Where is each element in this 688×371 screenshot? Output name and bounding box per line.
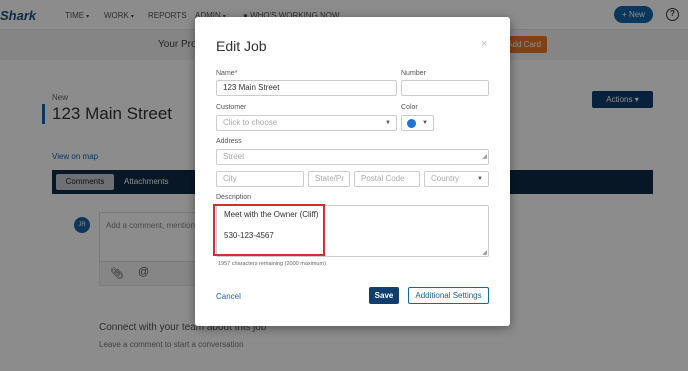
name-label: Name* [216, 70, 238, 77]
country-select[interactable]: Country ▼ [424, 171, 489, 187]
annotation-highlight-box [213, 204, 325, 256]
postal-code-field[interactable]: Postal Code [354, 171, 420, 187]
save-button[interactable]: Save [369, 287, 399, 304]
description-label: Description [216, 194, 252, 201]
resize-handle-icon[interactable]: ◢ [482, 150, 487, 164]
number-label: Number [401, 70, 426, 77]
resize-handle-icon[interactable]: ◢ [482, 249, 487, 256]
city-field[interactable]: City [216, 171, 304, 187]
edit-job-modal: Edit Job × Name* 123 Main Street Number … [195, 17, 510, 326]
color-swatch [407, 119, 416, 128]
cancel-link[interactable]: Cancel [216, 292, 241, 301]
color-picker[interactable]: ▼ [401, 115, 434, 131]
chevron-down-icon: ▼ [385, 120, 391, 126]
street-field[interactable]: Street ◢ [216, 149, 489, 165]
customer-select[interactable]: Click to choose ▼ [216, 115, 397, 131]
modal-title: Edit Job [216, 38, 267, 54]
chevron-down-icon: ▼ [477, 176, 483, 182]
address-label: Address [216, 138, 242, 145]
chevron-down-icon: ▼ [422, 120, 428, 126]
number-field[interactable] [401, 80, 489, 96]
state-field[interactable]: State/Pr [308, 171, 350, 187]
customer-label: Customer [216, 104, 247, 111]
color-label: Color [401, 104, 418, 111]
close-icon[interactable]: × [481, 38, 487, 50]
characters-remaining: 1957 characters remaining (2000 maximum) [218, 261, 326, 267]
name-field[interactable]: 123 Main Street [216, 80, 397, 96]
additional-settings-button[interactable]: Additional Settings [408, 287, 489, 304]
